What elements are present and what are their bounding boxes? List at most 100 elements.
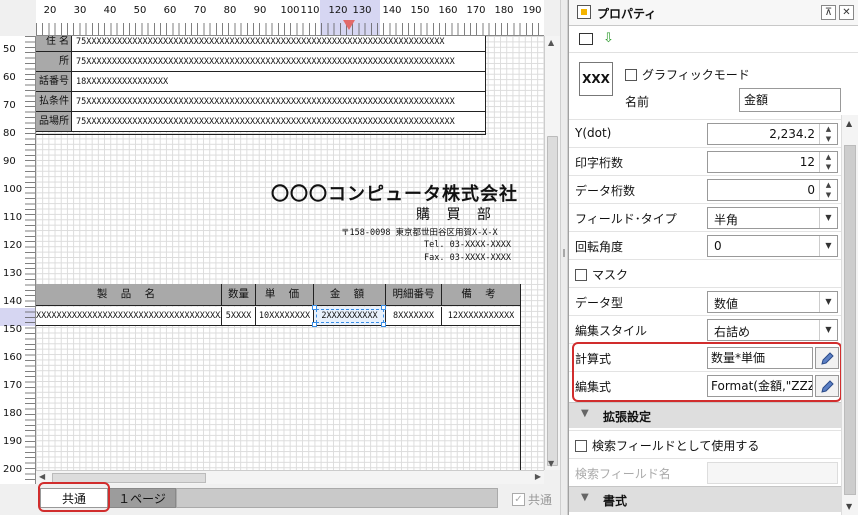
prop-edit-style: 編集スタイル 右詰め ▼ bbox=[569, 315, 841, 343]
cell-detail-no[interactable]: 8XXXXXXX bbox=[386, 307, 442, 325]
scroll-up-icon[interactable]: ▲ bbox=[846, 119, 852, 128]
checkbox-icon[interactable]: ✓ bbox=[512, 493, 525, 506]
prop-rotation: 回転角度 0 ▼ bbox=[569, 231, 841, 259]
tab-page-1[interactable]: １ページ bbox=[108, 488, 176, 508]
spinner-icon[interactable]: ▲ ▼ bbox=[819, 124, 837, 144]
prop-print-digits: 印字桁数 12 ▲ ▼ bbox=[569, 147, 841, 175]
prop-data-digits: データ桁数 0 ▲ ▼ bbox=[569, 175, 841, 203]
y-dot-stepper[interactable]: 2,234.2 ▲ ▼ bbox=[707, 123, 838, 145]
cell-remarks[interactable]: 12XXXXXXXXXXX bbox=[442, 307, 521, 325]
ruler-position-marker[interactable] bbox=[343, 20, 355, 30]
scroll-right-icon[interactable]: ▶ bbox=[535, 472, 541, 481]
selection-handle[interactable] bbox=[312, 305, 317, 310]
highlight-box bbox=[572, 342, 842, 402]
graphic-mode-checkbox[interactable]: グラフィックモード bbox=[625, 66, 750, 83]
chevron-down-icon[interactable]: ▼ bbox=[819, 208, 837, 228]
tab-bar-filler bbox=[176, 488, 498, 508]
header-row-delivery[interactable]: 品場所 75XXXXXXXXXXXXXXXXXXXXXXXXXXXXXXXXXX… bbox=[36, 112, 485, 132]
chevron-down-icon[interactable]: ▼ bbox=[581, 492, 589, 503]
header-amount[interactable]: 金 額 bbox=[314, 284, 386, 305]
cell-qty[interactable]: 5XXXX bbox=[222, 307, 256, 325]
department-name[interactable]: 購 買 部 bbox=[416, 204, 497, 224]
scroll-up-icon[interactable]: ▲ bbox=[548, 38, 554, 47]
checkbox-icon[interactable] bbox=[575, 268, 587, 281]
prop-search-field-name: 検索フィールド名 bbox=[569, 458, 841, 486]
mask-checkbox[interactable]: マスク bbox=[575, 266, 628, 283]
header-row-payment[interactable]: 払条件 75XXXXXXXXXXXXXXXXXXXXXXXXXXXXXXXXXX… bbox=[36, 92, 485, 112]
canvas-horizontal-scrollbar[interactable]: ◀ ▶ bbox=[36, 470, 544, 484]
header-product[interactable]: 製 品 名 bbox=[36, 284, 222, 305]
prop-mask: マスク bbox=[569, 259, 841, 287]
section-extended-settings[interactable]: ▼ 拡張設定 bbox=[569, 402, 841, 428]
import-arrow-icon[interactable]: ⇩ bbox=[603, 31, 614, 46]
name-label: 名前 bbox=[625, 95, 650, 109]
header-unit-price[interactable]: 単 価 bbox=[256, 284, 314, 305]
spinner-icon[interactable]: ▲ ▼ bbox=[819, 180, 837, 200]
header-row-phone[interactable]: 話番号 18XXXXXXXXXXXXXXXX bbox=[36, 72, 485, 92]
header-remarks[interactable]: 備 考 bbox=[442, 284, 521, 305]
edit-style-select[interactable]: 右詰め ▼ bbox=[707, 319, 838, 341]
checkbox-icon[interactable] bbox=[625, 68, 637, 81]
header-row-address[interactable]: 所 75XXXXXXXXXXXXXXXXXXXXXXXXXXXXXXXXXXXX… bbox=[36, 52, 485, 72]
header-row-name[interactable]: 住 名 75XXXXXXXXXXXXXXXXXXXXXXXXXXXXXXXXXX… bbox=[36, 36, 485, 52]
prop-y-dot: Y(dot) 2,234.2 ▲ ▼ bbox=[569, 119, 841, 147]
page-icon[interactable] bbox=[579, 33, 593, 45]
scroll-down-icon[interactable]: ▼ bbox=[846, 502, 852, 511]
pin-icon[interactable]: ⊼ bbox=[821, 5, 836, 20]
common-checkbox[interactable]: ✓ 共通 bbox=[512, 491, 552, 508]
search-field-name-input bbox=[707, 462, 838, 484]
chevron-down-icon[interactable]: ▼ bbox=[819, 236, 837, 256]
header-detail-no[interactable]: 明細番号 bbox=[386, 284, 442, 305]
selection-handle[interactable] bbox=[381, 322, 386, 327]
report-designer: 20 30 40 50 60 70 80 90 100 110 120 130 … bbox=[0, 0, 564, 515]
name-field[interactable]: 金額 bbox=[739, 88, 841, 112]
spinner-icon[interactable]: ▲ ▼ bbox=[819, 152, 837, 172]
selection-handle[interactable] bbox=[381, 305, 386, 310]
scroll-down-icon[interactable]: ▼ bbox=[548, 459, 554, 468]
items-table-header: 製 品 名 数量 単 価 金 額 明細番号 備 考 bbox=[36, 284, 521, 306]
data-digits-stepper[interactable]: 0 ▲ ▼ bbox=[707, 179, 838, 201]
chevron-down-icon[interactable]: ▼ bbox=[819, 292, 837, 312]
panel-splitter[interactable]: ‖ bbox=[560, 0, 568, 515]
page-tab-bar: 共通 １ページ ✓ 共通 bbox=[36, 486, 560, 512]
cell-amount-selected[interactable]: 2XXXXXXXXXX bbox=[314, 307, 386, 325]
company-name[interactable]: 〇〇〇コンピュータ株式会社 bbox=[271, 180, 518, 206]
section-format[interactable]: ▼ 書式 bbox=[569, 486, 841, 512]
selection-handle[interactable] bbox=[312, 322, 317, 327]
prop-field-type: フィールド･タイプ 半角 ▼ bbox=[569, 203, 841, 231]
tel-line[interactable]: Tel. 03-XXXX-XXXX bbox=[424, 240, 511, 250]
grip-icon[interactable]: ‖ bbox=[562, 248, 566, 257]
panel-scrollbar[interactable]: ▲ ▼ bbox=[841, 115, 858, 515]
panel-toolbar: ⇩ bbox=[569, 27, 858, 53]
design-canvas[interactable]: 住 名 75XXXXXXXXXXXXXXXXXXXXXXXXXXXXXXXXXX… bbox=[36, 36, 544, 470]
rotation-select[interactable]: 0 ▼ bbox=[707, 235, 838, 257]
vertical-ruler: 50 60 70 80 90 100 110 120 130 140 150 1… bbox=[0, 36, 36, 484]
scroll-thumb[interactable] bbox=[547, 136, 558, 466]
panel-title: プロパティ bbox=[597, 7, 657, 21]
properties-icon bbox=[577, 5, 591, 19]
items-table-row: XXXXXXXXXXXXXXXXXXXXXXXXXXXXXXXXXXXXXX 5… bbox=[36, 307, 521, 326]
horizontal-ruler: 20 30 40 50 60 70 80 90 100 110 120 130 … bbox=[36, 0, 544, 36]
address-line[interactable]: 〒158-0098 東京都世田谷区用賀X-X-X bbox=[341, 226, 498, 238]
chevron-down-icon[interactable]: ▼ bbox=[581, 408, 589, 419]
data-type-select[interactable]: 数値 ▼ bbox=[707, 291, 838, 313]
checkbox-icon[interactable] bbox=[575, 439, 587, 452]
cell-unit-price[interactable]: 10XXXXXXXX bbox=[256, 307, 314, 325]
field-preview: XXX bbox=[579, 62, 613, 96]
print-digits-stepper[interactable]: 12 ▲ ▼ bbox=[707, 151, 838, 173]
close-icon[interactable]: ✕ bbox=[839, 5, 854, 20]
prop-use-search-field: 検索フィールドとして使用する bbox=[569, 430, 841, 458]
highlight-box bbox=[38, 482, 110, 512]
prop-data-type: データ型 数値 ▼ bbox=[569, 287, 841, 315]
fax-line[interactable]: Fax. 03-XXXX-XXXX bbox=[424, 253, 511, 263]
cell-product[interactable]: XXXXXXXXXXXXXXXXXXXXXXXXXXXXXXXXXXXXXX bbox=[36, 307, 222, 325]
scroll-thumb[interactable] bbox=[844, 145, 856, 495]
scroll-left-icon[interactable]: ◀ bbox=[39, 472, 45, 481]
properties-panel: プロパティ ⊼ ✕ ⇩ XXX グラフィックモード 名前 金額 Y(dot) 2… bbox=[568, 0, 858, 515]
header-qty[interactable]: 数量 bbox=[222, 284, 256, 305]
chevron-down-icon[interactable]: ▼ bbox=[819, 320, 837, 340]
field-type-select[interactable]: 半角 ▼ bbox=[707, 207, 838, 229]
panel-title-bar: プロパティ ⊼ ✕ bbox=[569, 0, 858, 26]
canvas-vertical-scrollbar[interactable]: ▲ ▼ bbox=[544, 36, 560, 470]
use-search-field-checkbox[interactable]: 検索フィールドとして使用する bbox=[575, 437, 759, 454]
